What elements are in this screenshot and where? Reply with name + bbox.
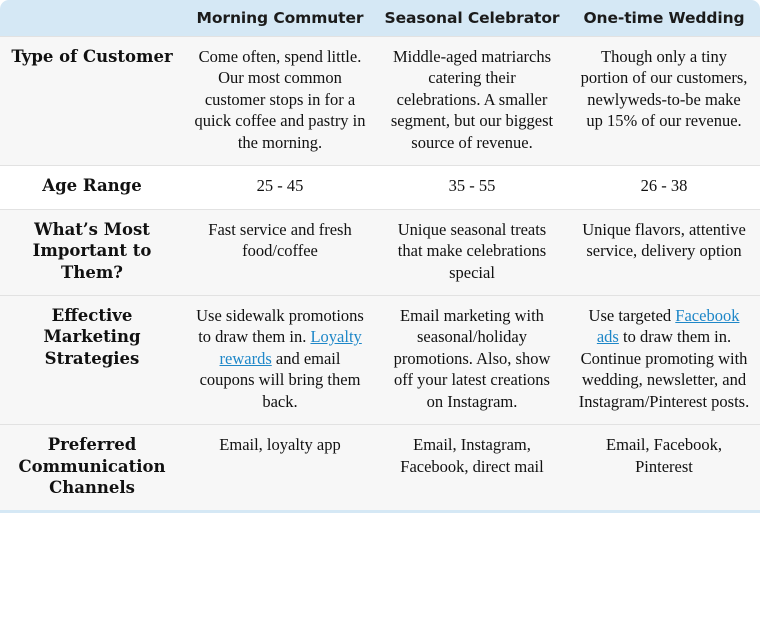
- row-label-cell: Type of Customer: [0, 35, 184, 166]
- cell-text: Come often, spend little. Our most commo…: [194, 47, 366, 152]
- cell-text: Middle-aged matriarchs catering their ce…: [390, 47, 554, 152]
- table-cell-morning: Email, loyalty app: [184, 424, 376, 514]
- table-cell-wedding: Use targeted Facebook ads to draw them i…: [568, 294, 760, 425]
- cell-text: Though only a tiny portion of our custom…: [580, 47, 748, 131]
- table-row: Effective Marketing Strategies Use sidewa…: [0, 294, 760, 425]
- table-cell-seasonal: Email marketing with seasonal/holiday pr…: [376, 294, 568, 425]
- table-header: Morning Commuter Seasonal Celebrator One…: [0, 0, 760, 37]
- column-header-morning-commuter: Morning Commuter: [184, 0, 376, 37]
- table-row: What’s Most Important to Them? Fast servi…: [0, 208, 760, 296]
- header-row: Morning Commuter Seasonal Celebrator One…: [0, 0, 760, 37]
- table-cell-wedding: Email, Facebook, Pinterest: [568, 424, 760, 514]
- table-cell-wedding: Though only a tiny portion of our custom…: [568, 35, 760, 166]
- cell-text: Use targeted Facebook ads to draw them i…: [578, 305, 750, 412]
- column-header-seasonal-celebrator: Seasonal Celebrator: [376, 0, 568, 37]
- table-cell-seasonal: Email, Instagram, Facebook, direct mail: [376, 424, 568, 514]
- table-body: Type of Customer Come often, spend little…: [0, 35, 760, 514]
- table-cell-morning: Use sidewalk promotions to draw them in.…: [184, 294, 376, 425]
- row-label-cell: Age Range: [0, 165, 184, 210]
- table-cell-morning: Fast service and fresh food/coffee: [184, 208, 376, 296]
- customer-persona-table: Morning Commuter Seasonal Celebrator One…: [0, 0, 760, 514]
- table-cell-wedding: Unique flavors, attentive service, deliv…: [568, 208, 760, 296]
- column-header-one-time-wedding: One-time Wedding: [568, 0, 760, 37]
- table-cell-seasonal: Middle-aged matriarchs catering their ce…: [376, 35, 568, 166]
- table-row: Age Range 25 - 45 35 - 55 26 - 38: [0, 165, 760, 210]
- row-label-cell: What’s Most Important to Them?: [0, 208, 184, 296]
- cell-text: Fast service and fresh food/coffee: [208, 219, 352, 261]
- row-label-cell: Effective Marketing Strategies: [0, 294, 184, 425]
- cell-text: Email marketing with seasonal/holiday pr…: [393, 305, 551, 411]
- cell-text: Unique flavors, attentive service, deliv…: [582, 219, 746, 261]
- cell-text-fragment: Use targeted: [588, 305, 676, 325]
- cell-text: Email, Facebook, Pinterest: [606, 435, 722, 476]
- cell-text: Use sidewalk promotions to draw them in.…: [194, 305, 366, 412]
- table-row: Type of Customer Come often, spend little…: [0, 35, 760, 166]
- row-label-cell: Preferred Communication Channels: [0, 424, 184, 514]
- table-cell-seasonal: Unique seasonal treats that make celebra…: [376, 208, 568, 296]
- table-row: Preferred Communication Channels Email, l…: [0, 424, 760, 514]
- table-cell-morning: 25 - 45: [184, 165, 376, 210]
- table-cell-morning: Come often, spend little. Our most commo…: [184, 35, 376, 166]
- cell-text: 25 - 45: [256, 176, 304, 196]
- cell-text: Email, Instagram, Facebook, direct mail: [400, 435, 544, 476]
- header-corner-cell: [0, 0, 184, 37]
- cell-text: Unique seasonal treats that make celebra…: [397, 219, 547, 282]
- table-cell-wedding: 26 - 38: [568, 165, 760, 210]
- table-cell-seasonal: 35 - 55: [376, 165, 568, 210]
- cell-text: 26 - 38: [640, 176, 688, 196]
- cell-text: 35 - 55: [448, 176, 496, 196]
- cell-text: Email, loyalty app: [219, 435, 341, 455]
